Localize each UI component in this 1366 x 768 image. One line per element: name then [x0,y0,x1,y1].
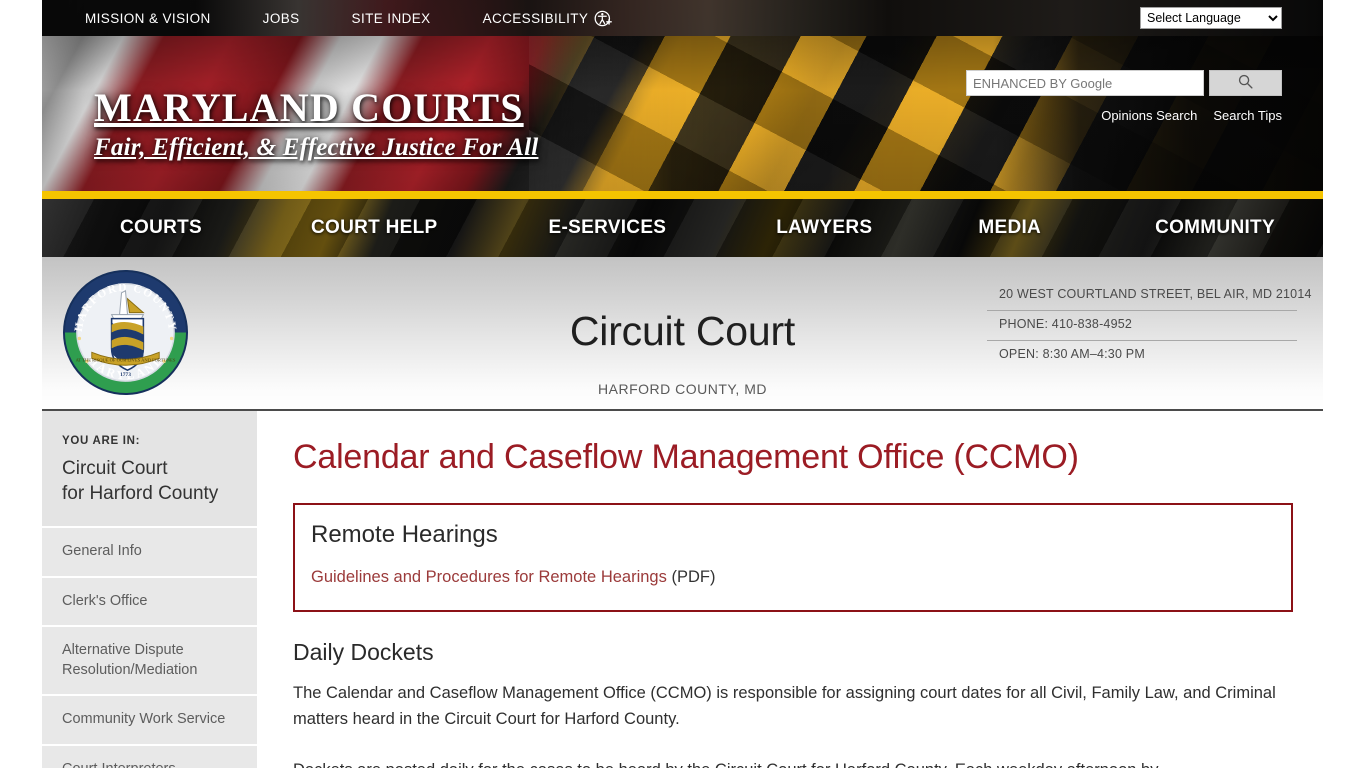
utility-bar: MISSION & VISION JOBS SITE INDEX ACCESSI… [42,0,1323,36]
sidebar-item-general-info[interactable]: General Info [42,526,257,576]
utility-link-site-index[interactable]: SITE INDEX [352,11,457,26]
utility-link-label: SITE INDEX [351,10,431,26]
utility-link-label: JOBS [262,10,300,26]
utility-link-label: MISSION & VISION [85,10,211,26]
sidebar-title: Circuit Court for Harford County [62,456,237,506]
page-court-subtitle: HARFORD COUNTY, MD [598,380,767,397]
main-navigation-items: COURTS COURT HELP E-SERVICES LAWYERS MED… [42,199,1323,257]
gold-divider [42,191,1323,199]
site-container: MISSION & VISION JOBS SITE INDEX ACCESSI… [42,0,1323,768]
site-banner: MARYLAND COURTS Fair, Efficient, & Effec… [42,36,1323,191]
court-phone: PHONE: 410-838-4952 [987,311,1297,341]
callout-title: Remote Hearings [311,521,498,549]
search-input[interactable] [966,70,1204,96]
utility-link-accessibility[interactable]: ACCESSIBILITY [483,9,614,28]
language-selector-wrap: Select Language [1140,7,1282,29]
svg-text:1773: 1773 [120,372,131,378]
section-title-daily-dockets: Daily Dockets [293,638,434,665]
sidebar-title-line-2: for Harford County [62,483,219,505]
search-tips-link[interactable]: Search Tips [1213,108,1282,123]
remote-hearings-callout: Remote Hearings Guidelines and Procedure… [293,503,1293,612]
sidebar: YOU ARE IN: Circuit Court for Harford Co… [42,411,257,768]
site-logo[interactable]: MARYLAND COURTS Fair, Efficient, & Effec… [94,88,538,162]
opinions-search-link[interactable]: Opinions Search [1101,108,1197,123]
paragraph-ccmo-responsibility: The Calendar and Caseflow Management Off… [293,684,1276,728]
callout-link-suffix: (PDF) [666,567,716,586]
court-contact-info: 20 WEST COURTLAND STREET, BEL AIR, MD 21… [987,281,1311,370]
search-icon [1237,73,1254,93]
sidebar-item-community-work-service[interactable]: Community Work Service [42,694,257,744]
site-logo-title: MARYLAND COURTS [94,85,524,130]
nav-item-community[interactable]: COMMUNITY [1155,217,1275,239]
sidebar-title-line-1: Circuit Court [62,458,168,479]
court-header: HARFORD COUNTY MARYLAND AT THE RISQUE OF… [42,257,1323,411]
search-sublinks: Opinions Search Search Tips [966,108,1282,123]
utility-links: MISSION & VISION JOBS SITE INDEX ACCESSI… [85,0,613,36]
site-logo-tagline: Fair, Efficient, & Effective Justice For… [94,134,539,161]
sidebar-item-alternative-dispute-resolution[interactable]: Alternative Dispute Resolution/Mediation [42,625,257,695]
sidebar-item-court-interpreters[interactable]: Court Interpreters [42,743,257,768]
nav-item-e-services[interactable]: E-SERVICES [549,217,667,239]
sidebar-eyebrow: YOU ARE IN: [62,435,141,447]
search-button[interactable] [1209,70,1282,96]
nav-item-court-help[interactable]: COURT HELP [311,217,438,239]
search-row [966,70,1282,96]
court-hours: OPEN: 8:30 AM–4:30 PM [999,347,1145,361]
court-address: 20 WEST COURTLAND STREET, BEL AIR, MD 21… [987,281,1311,311]
utility-link-jobs[interactable]: JOBS [263,11,326,26]
sidebar-item-clerks-office[interactable]: Clerk's Office [42,575,257,626]
search-area: Opinions Search Search Tips [966,70,1282,123]
nav-item-lawyers[interactable]: LAWYERS [776,217,872,239]
nav-item-courts[interactable]: COURTS [120,217,202,239]
body-area: YOU ARE IN: Circuit Court for Harford Co… [42,411,1323,768]
main-content: Calendar and Caseflow Management Office … [257,411,1323,768]
callout-body: Guidelines and Procedures for Remote Hea… [311,567,1275,588]
utility-link-label: ACCESSIBILITY [482,10,589,26]
svg-text:AT THE RISQUE OF OUR LIVES AND: AT THE RISQUE OF OUR LIVES AND FORTUNES [76,357,176,362]
harford-county-seal-icon: HARFORD COUNTY MARYLAND AT THE RISQUE OF… [62,269,189,396]
nav-item-media[interactable]: MEDIA [978,217,1041,239]
remote-hearings-guidelines-link[interactable]: Guidelines and Procedures for Remote Hea… [311,568,667,586]
utility-link-mission-vision[interactable]: MISSION & VISION [85,11,237,26]
main-navigation: COURTS COURT HELP E-SERVICES LAWYERS MED… [42,199,1323,257]
language-select[interactable]: Select Language [1140,7,1282,29]
sidebar-header: YOU ARE IN: Circuit Court for Harford Co… [42,411,257,527]
page-root: MISSION & VISION JOBS SITE INDEX ACCESSI… [0,0,1366,768]
page-title: Calendar and Caseflow Management Office … [293,438,1079,476]
accessibility-icon [594,9,613,28]
paragraph-dockets-posted: Dockets are posted daily for the cases t… [293,758,1293,768]
